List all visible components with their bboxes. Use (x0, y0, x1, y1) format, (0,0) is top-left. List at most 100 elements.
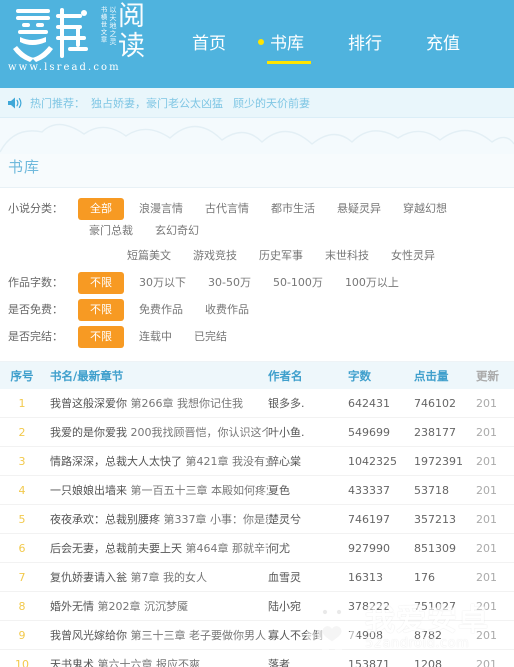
nav-item-library[interactable]: 书库 (248, 27, 326, 64)
book-title-link[interactable]: 我曾风光嫁给你 (50, 629, 127, 642)
page-title: 书库 (8, 158, 41, 176)
filter-option-free-1[interactable]: 免费作品 (128, 299, 194, 321)
filter-option-category-1[interactable]: 浪漫言情 (128, 198, 194, 220)
filter-option-finished-1[interactable]: 连载中 (128, 326, 183, 348)
filter-option-category-3[interactable]: 都市生活 (260, 198, 326, 220)
filter-option-finished-2[interactable]: 已完结 (183, 326, 238, 348)
table-row[interactable]: 9 我曾风光嫁给你 第三十三章 老子要做你男人 寡人不会倒 74908 8782 201 (0, 621, 514, 650)
filter-option-wordcount-1[interactable]: 30万以下 (128, 272, 197, 294)
cell-title[interactable]: 一只娘娘出墙来 第一百五十三章 本殿如何疼爱... (44, 482, 268, 498)
book-title-link[interactable]: 后会无妻，总裁前夫要上天 (50, 542, 182, 555)
filter-option-category-all[interactable]: 全部 (78, 198, 124, 220)
cell-words: 746197 (348, 512, 390, 526)
cell-author[interactable]: 何尤 (268, 540, 348, 556)
filter-option-wordcount-2[interactable]: 30-50万 (197, 272, 262, 294)
nav-item-recharge[interactable]: 充值 (404, 27, 482, 61)
filter-row-free: 是否免费： 不限 免费作品 收费作品 (0, 299, 514, 321)
notice-link-2[interactable]: 顾少的天价前妻 (233, 95, 310, 111)
book-title-link[interactable]: 情路深深，总裁大人太快了 (50, 455, 182, 468)
book-chapter-link[interactable]: 200我找顾晋恺，你认识这个人... (131, 426, 269, 439)
table-row[interactable]: 10 天书鬼术 第六十六章 报应不爽 落者 153871 1208 201 (0, 650, 514, 667)
cell-index: 1 (18, 396, 26, 410)
table-row[interactable]: 4 一只娘娘出墙来 第一百五十三章 本殿如何疼爱...夏色433337 53718 2… (0, 476, 514, 505)
book-title-link[interactable]: 夜夜承欢：总裁别腰疼 (50, 513, 160, 526)
cell-words: 433337 (348, 483, 390, 497)
nav-item-ranking[interactable]: 排行 (326, 27, 404, 61)
book-chapter-link[interactable]: 第7章 我的女人 (131, 571, 208, 584)
book-title-link[interactable]: 天书鬼术 (50, 658, 94, 667)
cell-author[interactable]: 醉心棠 (268, 453, 348, 469)
cell-title[interactable]: 我曾风光嫁给你 第三十三章 老子要做你男人 (44, 627, 268, 643)
cell-author[interactable]: 银多多. (268, 395, 348, 411)
logo-motto-right: 书横世文章 (99, 6, 107, 44)
book-title-link[interactable]: 婚外无情 (50, 600, 94, 613)
filter-option-category-4[interactable]: 悬疑灵异 (326, 198, 392, 220)
cell-index: 6 (18, 541, 26, 555)
cell-title[interactable]: 我曾这般深爱你 第266章 我想你记住我 (44, 395, 268, 411)
filter-option-wordcount-3[interactable]: 50-100万 (262, 272, 334, 294)
cell-title[interactable]: 婚外无情 第202章 沉沉梦魇 (44, 598, 268, 614)
site-logo[interactable]: 以天地之灵 书横世文章 阅读 www.lsread.com (0, 0, 152, 88)
book-chapter-link[interactable]: 第266章 我想你记住我 (131, 397, 244, 410)
notice-link-1[interactable]: 独占娇妻，豪门老公太凶猛 (91, 95, 223, 111)
table-row[interactable]: 8 婚外无情 第202章 沉沉梦魇 陆小宛 378222 751027 201 (0, 592, 514, 621)
book-chapter-link[interactable]: 第三十三章 老子要做你男人 (131, 629, 267, 642)
book-title-link[interactable]: 复仇娇妻请入瓮 (50, 571, 127, 584)
filter-option-free-2[interactable]: 收费作品 (194, 299, 260, 321)
book-chapter-link[interactable]: 第202章 沉沉梦魇 (98, 600, 189, 613)
book-chapter-link[interactable]: 第421章 我没有女朋.. (186, 455, 269, 468)
cell-title[interactable]: 天书鬼术 第六十六章 报应不爽 (44, 656, 268, 667)
table-row[interactable]: 3 情路深深，总裁大人太快了 第421章 我没有女朋..醉心棠1042325 197… (0, 447, 514, 476)
book-title-link[interactable]: 我曾这般深爱你 (50, 397, 127, 410)
book-chapter-link[interactable]: 第337章 小事：你是就和.. (164, 513, 269, 526)
cell-author[interactable]: 楚灵兮 (268, 511, 348, 527)
filter-option-category-10[interactable]: 历史军事 (248, 245, 314, 267)
filter-option-wordcount-4[interactable]: 100万以上 (334, 272, 410, 294)
cell-title[interactable]: 复仇娇妻请入瓮 第7章 我的女人 (44, 569, 268, 585)
cell-author[interactable]: 寡人不会倒 (268, 627, 348, 643)
cell-words: 16313 (348, 570, 383, 584)
book-chapter-link[interactable]: 第一百五十三章 本殿如何疼爱... (131, 484, 269, 497)
filter-option-category-12[interactable]: 女性灵异 (380, 245, 446, 267)
cell-updated: 201 (476, 628, 497, 642)
book-chapter-link[interactable]: 第464章 那就辛苦你.. (186, 542, 269, 555)
filter-option-finished-any[interactable]: 不限 (78, 326, 124, 348)
nav-item-home[interactable]: 首页 (170, 27, 248, 61)
cell-title[interactable]: 后会无妻，总裁前夫要上天 第464章 那就辛苦你.. (44, 540, 268, 556)
cell-title[interactable]: 我爱的是你爱我 200我找顾晋恺，你认识这个人... (44, 424, 268, 440)
filter-option-wordcount-any[interactable]: 不限 (78, 272, 124, 294)
book-chapter-link[interactable]: 第六十六章 报应不爽 (98, 658, 201, 667)
notice-links: 独占娇妻，豪门老公太凶猛 顾少的天价前妻 (91, 95, 310, 111)
cell-words: 642431 (348, 396, 390, 410)
cell-index: 7 (18, 570, 26, 584)
cell-author[interactable]: 落者 (268, 656, 348, 667)
cell-title[interactable]: 夜夜承欢：总裁别腰疼 第337章 小事：你是就和.. (44, 511, 268, 527)
filter-row-wordcount: 作品字数： 不限 30万以下 30-50万 50-100万 100万以上 (0, 272, 514, 294)
filter-option-category-9[interactable]: 游戏竞技 (182, 245, 248, 267)
cell-title[interactable]: 情路深深，总裁大人太快了 第421章 我没有女朋.. (44, 453, 268, 469)
cell-hits: 357213 (414, 512, 456, 526)
table-row[interactable]: 6 后会无妻，总裁前夫要上天 第464章 那就辛苦你..何尤927990 85130… (0, 534, 514, 563)
cell-author[interactable]: 夏色 (268, 482, 348, 498)
book-title-link[interactable]: 我爱的是你爱我 (50, 426, 127, 439)
cell-author[interactable]: 陆小宛 (268, 598, 348, 614)
table-row[interactable]: 5 夜夜承欢：总裁别腰疼 第337章 小事：你是就和..楚灵兮746197 3572… (0, 505, 514, 534)
table-row[interactable]: 7 复仇娇妻请入瓮 第7章 我的女人 血雪灵 16313 176 201 (0, 563, 514, 592)
filter-option-category-7[interactable]: 玄幻奇幻 (144, 220, 210, 242)
site-header: 以天地之灵 书横世文章 阅读 www.lsread.com 首页 书库 排行 充… (0, 0, 514, 88)
filter-option-category-11[interactable]: 末世科技 (314, 245, 380, 267)
filter-option-category-6[interactable]: 豪门总裁 (78, 220, 144, 242)
cell-index: 8 (18, 599, 26, 613)
table-row[interactable]: 2 我爱的是你爱我 200我找顾晋恺，你认识这个人...叶小鱼.549699 238… (0, 418, 514, 447)
filter-option-category-2[interactable]: 古代言情 (194, 198, 260, 220)
filter-option-category-5[interactable]: 穿越幻想 (392, 198, 458, 220)
table-row[interactable]: 1 我曾这般深爱你 第266章 我想你记住我 银多多. 642431 746102 201 (0, 389, 514, 418)
cell-updated: 201 (476, 541, 497, 555)
cell-updated: 201 (476, 483, 497, 497)
filter-option-category-8[interactable]: 短篇美文 (116, 245, 182, 267)
cell-author[interactable]: 叶小鱼. (268, 424, 348, 440)
filter-option-free-any[interactable]: 不限 (78, 299, 124, 321)
cell-hits: 1972391 (414, 454, 463, 468)
book-title-link[interactable]: 一只娘娘出墙来 (50, 484, 127, 497)
cell-author[interactable]: 血雪灵 (268, 569, 348, 585)
